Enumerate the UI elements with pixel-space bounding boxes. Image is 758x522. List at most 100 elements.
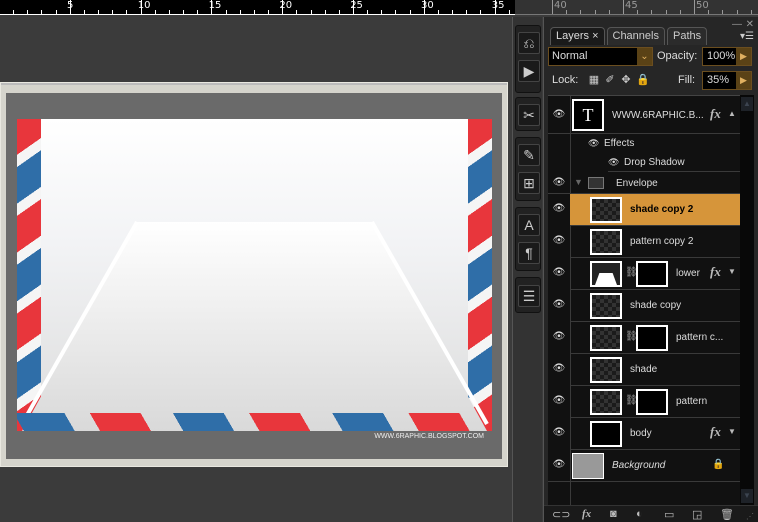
clone-source-icon[interactable]: ⊞ [518,172,540,194]
eye-icon[interactable]: 👁 [550,108,568,122]
eye-icon[interactable]: 👁 [550,330,568,344]
effects-row[interactable]: 👁 Effects [548,134,740,153]
ruler-tick [126,10,128,14]
blend-mode-select[interactable]: Normal ⌄ [548,47,653,66]
expand-effects-icon[interactable]: ▼ [728,267,736,276]
layer-thumbnail [590,421,622,447]
ruler-tick [310,10,312,14]
lock-all-icon[interactable]: 🔒 [636,74,650,86]
new-group-icon[interactable]: ▭ [664,508,674,521]
eye-icon[interactable]: 👁 [588,138,599,149]
character-icon[interactable]: A [518,214,540,236]
eye-icon[interactable]: 👁 [608,157,619,168]
ruler-tick [480,10,482,14]
layer-mask-thumbnail[interactable] [636,261,668,287]
brushes-icon[interactable]: ✎ [518,144,540,166]
canvas-area[interactable]: WWW.6RAPHIC.BLOGSPOT.COM [0,17,512,522]
layer-thumbnail [590,229,622,255]
eye-icon[interactable]: 👁 [550,202,568,216]
tab-channels[interactable]: Channels [606,27,665,45]
ruler-tick [623,0,624,14]
layer-row[interactable]: body fx ▼ [570,418,740,450]
layer-row[interactable]: ⛓ pattern c... [570,322,740,354]
layer-mask-thumbnail[interactable] [636,325,668,351]
ruler-tick [665,10,667,14]
opacity-slider-arrow-icon[interactable]: ▶ [736,48,751,65]
eye-icon[interactable]: 👁 [550,426,568,440]
layer-name: shade copy [630,300,682,311]
layer-row[interactable]: ⛓ lower fx ▼ [570,258,740,290]
dock-group: ✂ [515,97,541,131]
panel-menu-icon[interactable]: ▾☰ [740,31,754,42]
eye-icon[interactable]: 👁 [550,266,568,280]
layer-row-selected[interactable]: shade copy 2 [570,194,740,226]
layer-name: body [630,428,652,439]
ruler-tick [55,10,57,14]
close-icon[interactable]: ✕ [746,19,754,30]
chevron-down-icon[interactable]: ⌄ [637,48,652,65]
scroll-down-icon[interactable]: ▼ [741,489,753,503]
eye-icon[interactable]: 👁 [550,362,568,376]
document-window[interactable]: WWW.6RAPHIC.BLOGSPOT.COM [0,82,508,467]
add-style-icon[interactable]: fx [582,508,591,520]
ruler-label: 45 [625,0,638,11]
layer-row[interactable]: ⛓ pattern [570,386,740,418]
history-icon[interactable]: ⎌ [518,32,540,54]
fx-icon[interactable]: fx [710,106,721,122]
layers-scrollbar[interactable]: ▲ ▼ [740,95,754,505]
eye-icon[interactable]: 👁 [550,394,568,408]
notes-icon[interactable]: ☰ [518,285,540,307]
dock-group: ✎ ⊞ [515,137,541,201]
layer-thumbnail [572,453,604,479]
ruler-tick [452,10,454,14]
layer-name: lower [676,268,700,279]
fx-icon[interactable]: fx [710,264,721,280]
ruler-label: 25 [350,0,363,11]
eye-icon[interactable]: 👁 [550,176,568,190]
layer-group-envelope[interactable]: 👁 ▼ Envelope [548,172,740,194]
adjustment-layer-icon[interactable]: ◐ [636,508,643,520]
scroll-up-icon[interactable]: ▲ [741,97,753,111]
panel-ruler: 40 45 50 [515,0,758,15]
text-layer-thumbnail: T [572,99,604,131]
collapse-triangle-icon[interactable]: ▼ [574,177,583,187]
add-mask-icon[interactable]: ◙ [610,508,617,520]
eye-icon[interactable]: 👁 [550,298,568,312]
layer-row-background[interactable]: 👁 Background 🔒 [548,450,740,482]
minimize-icon[interactable]: — [732,19,742,30]
delete-layer-icon[interactable]: 🗑 [720,508,734,521]
actions-icon[interactable]: ▶ [518,60,540,82]
lock-transparent-icon[interactable]: ▦ [588,74,600,86]
tab-layers[interactable]: Layers × [550,27,605,45]
opacity-field[interactable]: 100% ▶ [702,47,752,66]
fx-icon[interactable]: fx [710,424,721,440]
horizontal-ruler: 5 10 15 20 25 30 35 [0,0,515,15]
ruler-label: 15 [208,0,222,11]
layers-list: 👁 T WWW.6RAPHIC.B... fx ▲ 👁 Effects 👁 Dr… [548,95,740,506]
layer-name: pattern copy 2 [630,236,694,247]
layer-row[interactable]: shade [570,354,740,386]
new-layer-icon[interactable]: ◲ [692,508,702,521]
drop-shadow-row[interactable]: 👁 Drop Shadow [608,153,740,172]
lock-position-icon[interactable]: ✥ [620,74,632,86]
eye-icon[interactable]: 👁 [550,458,568,472]
eye-icon[interactable]: 👁 [550,234,568,248]
fill-slider-arrow-icon[interactable]: ▶ [736,72,751,89]
fill-field[interactable]: 35% ▶ [702,71,752,90]
expand-effects-icon[interactable]: ▲ [728,109,736,118]
tab-paths[interactable]: Paths [666,27,708,45]
document-canvas[interactable]: WWW.6RAPHIC.BLOGSPOT.COM [6,93,502,459]
lock-image-icon[interactable]: ✐ [604,74,616,86]
tools-icon[interactable]: ✂ [518,104,540,126]
ruler-tick [268,10,270,14]
resize-grip-icon[interactable]: ⋰ [746,512,754,521]
paragraph-icon[interactable]: ¶ [518,242,540,264]
link-layers-icon[interactable]: ⊂⊃ [552,508,570,521]
layer-row[interactable]: shade copy [570,290,740,322]
layer-mask-thumbnail[interactable] [636,389,668,415]
expand-effects-icon[interactable]: ▼ [728,427,736,436]
layer-row-text[interactable]: 👁 T WWW.6RAPHIC.B... fx ▲ [548,96,740,134]
dock-group: A ¶ [515,207,541,271]
layer-thumbnail [590,293,622,319]
layer-row[interactable]: pattern copy 2 [570,226,740,258]
